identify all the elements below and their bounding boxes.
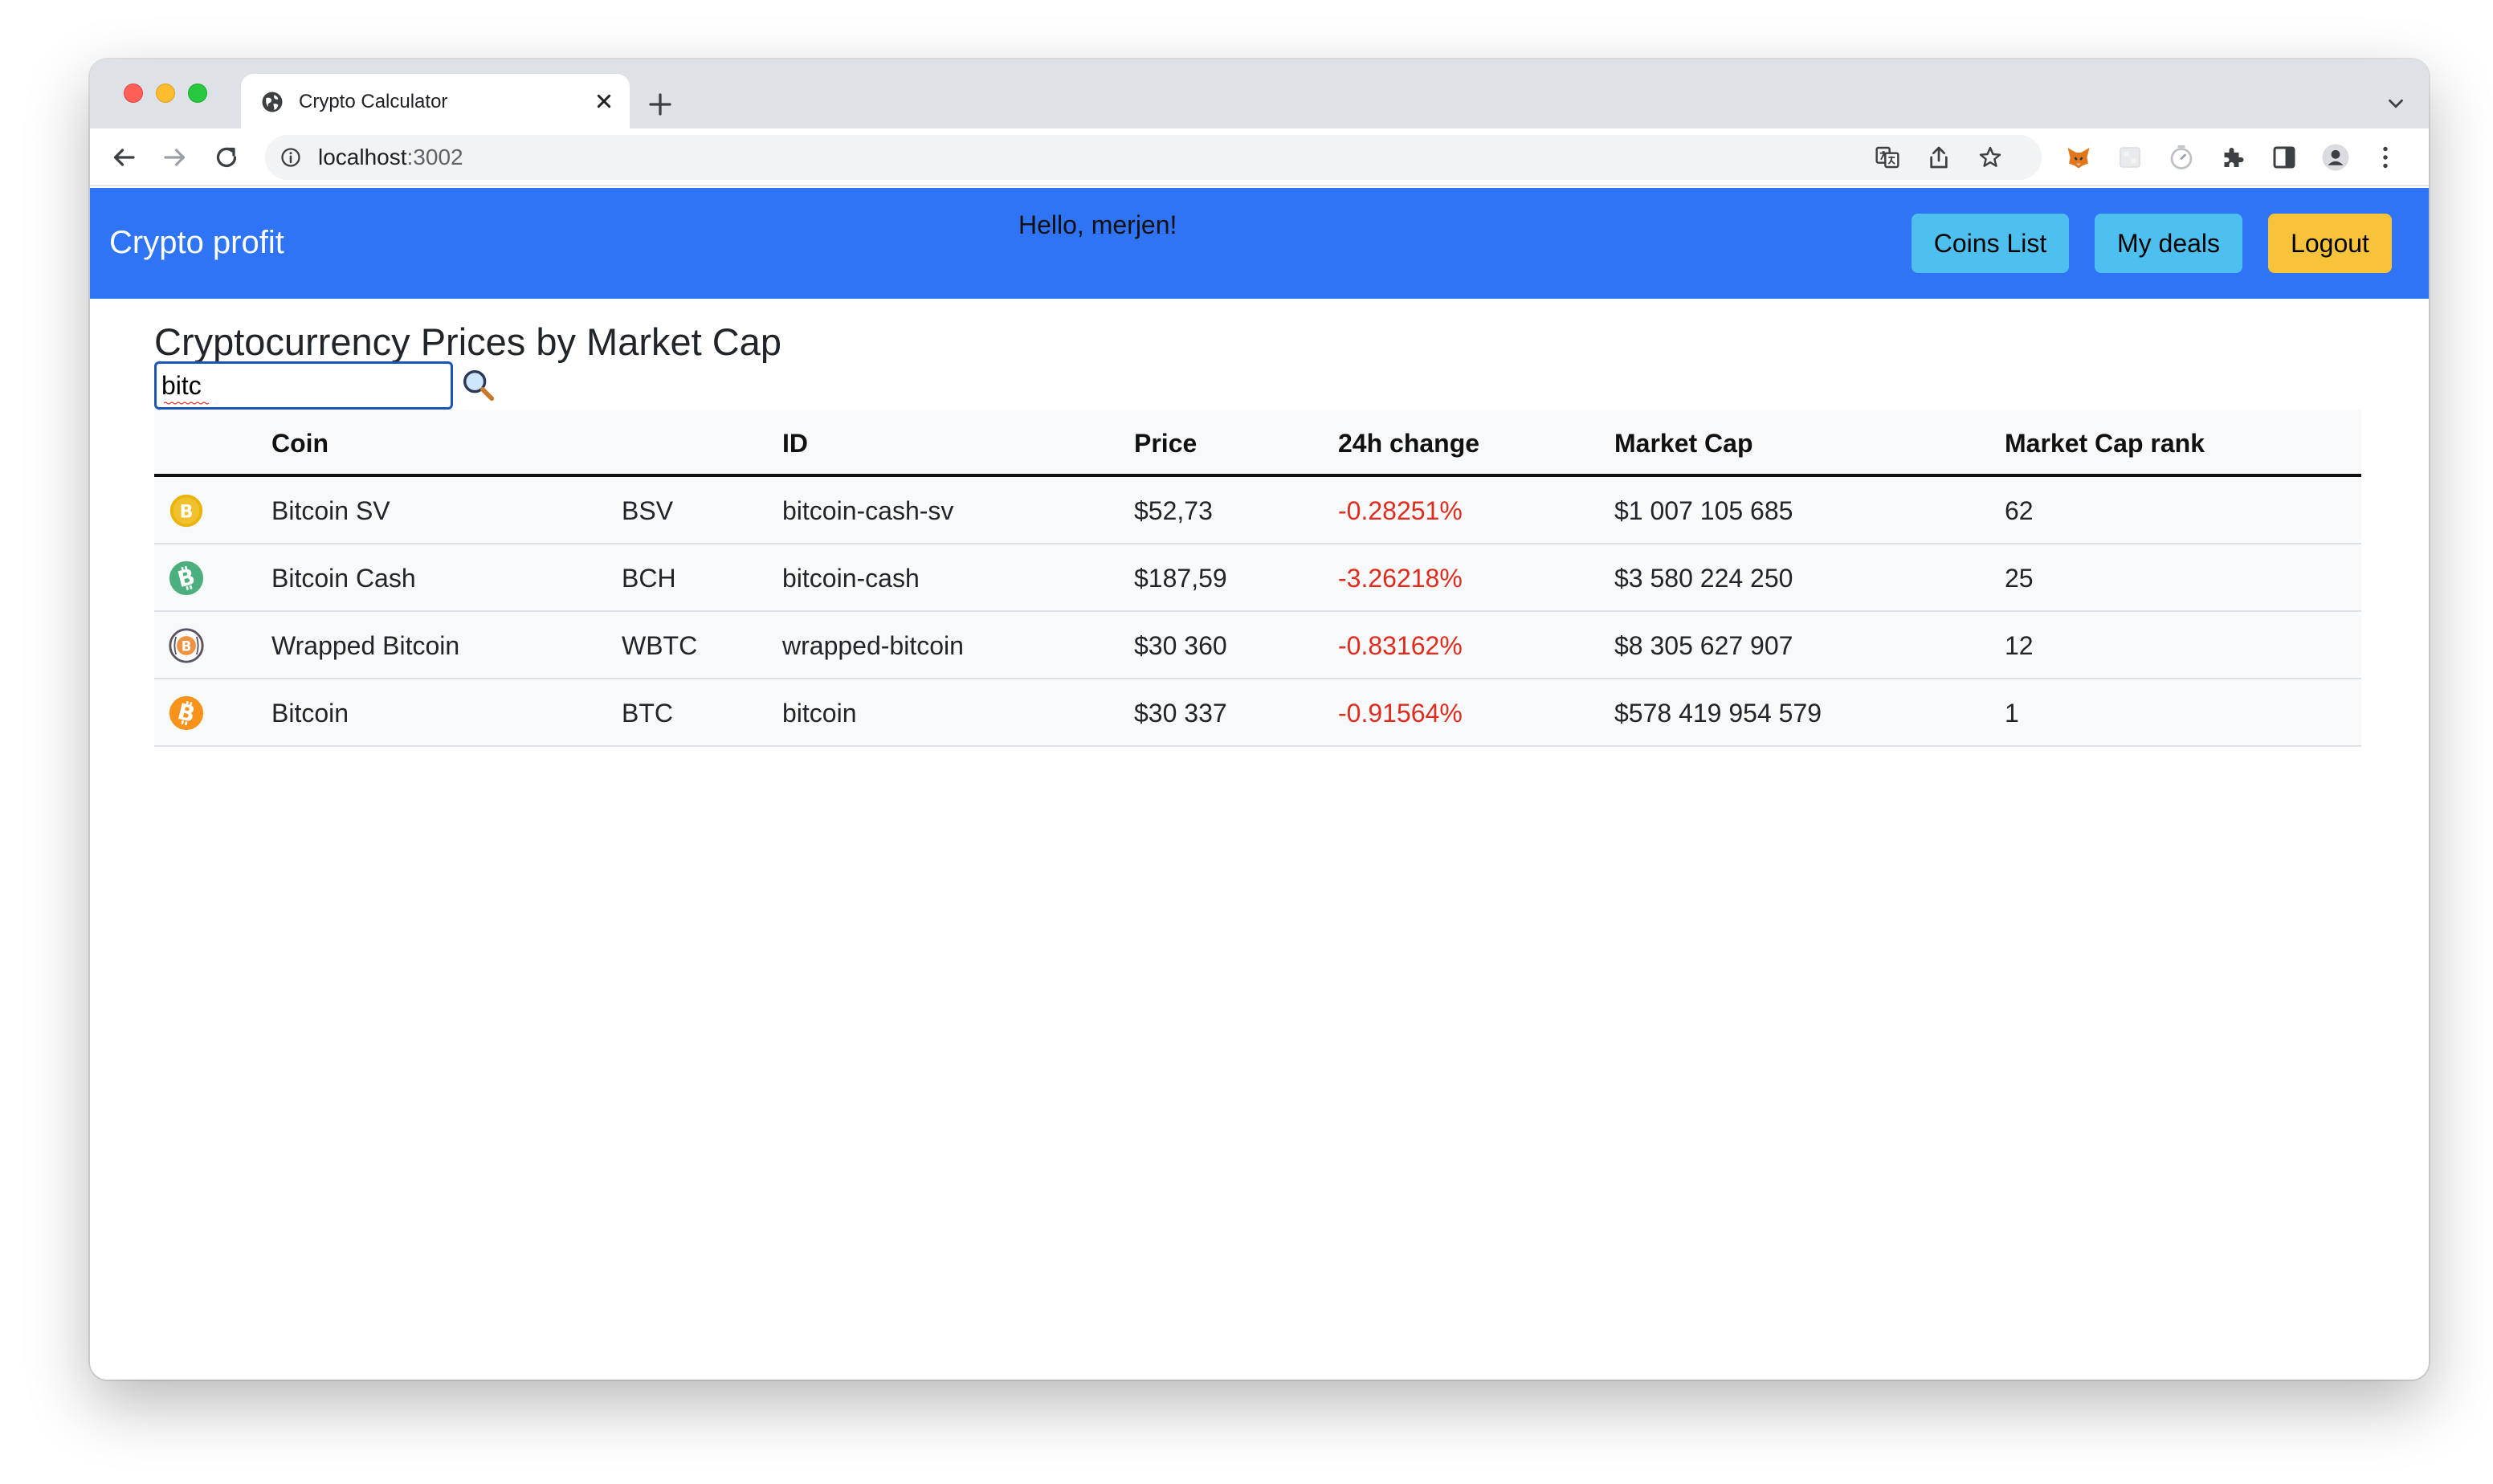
page-title: Cryptocurrency Prices by Market Cap bbox=[154, 320, 781, 363]
bookmark-star-icon[interactable] bbox=[1977, 145, 2003, 170]
coin-id: bitcoin-cash-sv bbox=[782, 496, 954, 525]
close-tab-icon[interactable] bbox=[591, 88, 617, 114]
new-tab-icon[interactable] bbox=[646, 90, 675, 119]
info-icon[interactable] bbox=[279, 146, 302, 169]
minimize-window-button[interactable] bbox=[156, 84, 175, 103]
coin-24h-change: -3.26218% bbox=[1338, 564, 1463, 593]
coin-id: bitcoin-cash bbox=[782, 564, 920, 593]
header-price: Price bbox=[1134, 429, 1198, 458]
table-header: Coin ID Price 24h change Market Cap Mark… bbox=[154, 410, 2361, 477]
profile-avatar-icon[interactable] bbox=[2321, 143, 2350, 172]
close-window-button[interactable] bbox=[124, 84, 143, 103]
table-row[interactable]: B Bitcoin Cash BCH bitcoin-cash $187,59 … bbox=[154, 544, 2361, 612]
page-content: Crypto profit Hello, merjen! Coins List … bbox=[90, 188, 2429, 1380]
wrapped-bitcoin-icon: B bbox=[169, 628, 204, 663]
url-port: :3002 bbox=[406, 145, 463, 169]
coin-market-cap: $578 419 954 579 bbox=[1614, 699, 1822, 728]
coin-rank: 62 bbox=[2005, 496, 2034, 525]
timer-extension-icon[interactable] bbox=[2167, 143, 2196, 172]
header-24h-change: 24h change bbox=[1338, 429, 1480, 458]
coin-id: wrapped-bitcoin bbox=[782, 631, 964, 660]
side-panel-icon[interactable] bbox=[2270, 143, 2299, 172]
coin-name: Bitcoin Cash bbox=[271, 564, 416, 593]
extensions-puzzle-icon[interactable] bbox=[2218, 143, 2247, 172]
header-market-cap-rank: Market Cap rank bbox=[2005, 429, 2205, 458]
metamask-fox-icon[interactable] bbox=[2064, 143, 2093, 172]
coin-price: $187,59 bbox=[1134, 564, 1227, 593]
coin-price: $30 360 bbox=[1134, 631, 1227, 660]
coin-rank: 25 bbox=[2005, 564, 2034, 593]
url-text[interactable]: localhost:3002 bbox=[318, 146, 463, 169]
tab-strip: Crypto Calculator bbox=[90, 59, 2429, 128]
tab-crypto-calculator[interactable]: Crypto Calculator bbox=[241, 74, 630, 128]
header-coin: Coin bbox=[271, 429, 329, 458]
reload-icon[interactable] bbox=[212, 143, 241, 172]
coin-market-cap: $1 007 105 685 bbox=[1614, 496, 1793, 525]
tab-title: Crypto Calculator bbox=[299, 91, 448, 112]
coin-name: Bitcoin SV bbox=[271, 496, 390, 525]
bitcoin-sv-icon: B bbox=[169, 494, 203, 528]
my-deals-button[interactable]: My deals bbox=[2095, 214, 2242, 273]
coin-symbol: BTC bbox=[622, 699, 673, 728]
table-row[interactable]: B Bitcoin BTC bitcoin $30 337 -0.91564% … bbox=[154, 679, 2361, 747]
coin-id: bitcoin bbox=[782, 699, 857, 728]
address-bar[interactable]: localhost:3002 bbox=[265, 135, 2042, 180]
coin-24h-change: -0.28251% bbox=[1338, 496, 1463, 525]
coin-24h-change: -0.91564% bbox=[1338, 699, 1463, 728]
maximize-window-button[interactable] bbox=[188, 84, 207, 103]
coins-list-button[interactable]: Coins List bbox=[1912, 214, 2069, 273]
translate-icon[interactable] bbox=[1875, 145, 1900, 170]
browser-window: Crypto Calculator localhost:3002 Crypto … bbox=[90, 59, 2429, 1380]
bitcoin-icon: B bbox=[169, 695, 204, 731]
more-menu-icon[interactable] bbox=[2371, 143, 2400, 172]
table-row[interactable]: B Wrapped Bitcoin WBTC wrapped-bitcoin $… bbox=[154, 612, 2361, 679]
greeting-text: Hello, merjen! bbox=[1018, 210, 1177, 239]
coin-market-cap: $3 580 224 250 bbox=[1614, 564, 1793, 593]
bitcoin-cash-icon: B bbox=[169, 561, 204, 596]
coin-symbol: WBTC bbox=[622, 631, 698, 660]
search-icon[interactable] bbox=[459, 366, 496, 403]
spellcheck-underline bbox=[164, 402, 210, 405]
browser-toolbar: localhost:3002 bbox=[90, 128, 2429, 186]
coin-24h-change: -0.83162% bbox=[1338, 631, 1463, 660]
coin-price: $30 337 bbox=[1134, 699, 1227, 728]
globe-icon bbox=[262, 92, 283, 112]
coin-market-cap: $8 305 627 907 bbox=[1614, 631, 1793, 660]
coin-symbol: BCH bbox=[622, 564, 676, 593]
header-market-cap: Market Cap bbox=[1614, 429, 1753, 458]
coin-symbol: BSV bbox=[622, 496, 674, 525]
share-icon[interactable] bbox=[1926, 145, 1952, 170]
logout-button[interactable]: Logout bbox=[2268, 214, 2392, 273]
coin-name: Bitcoin bbox=[271, 699, 349, 728]
coin-name: Wrapped Bitcoin bbox=[271, 631, 460, 660]
svg-text:B: B bbox=[180, 502, 194, 522]
navbar: Crypto profit Hello, merjen! Coins List … bbox=[90, 188, 2429, 299]
svg-text:B: B bbox=[182, 638, 192, 654]
table-row[interactable]: B Bitcoin SV BSV bitcoin-cash-sv $52,73 … bbox=[154, 477, 2361, 544]
back-arrow-icon[interactable] bbox=[109, 143, 138, 172]
extension-blank-icon[interactable] bbox=[2116, 143, 2144, 172]
chevron-down-icon[interactable] bbox=[2384, 92, 2408, 116]
coin-rank: 12 bbox=[2005, 631, 2034, 660]
coin-rank: 1 bbox=[2005, 699, 2019, 728]
brand-link[interactable]: Crypto profit bbox=[109, 223, 284, 262]
coin-price: $52,73 bbox=[1134, 496, 1213, 525]
header-id: ID bbox=[782, 429, 808, 458]
forward-arrow-icon[interactable] bbox=[161, 143, 190, 172]
url-host: localhost bbox=[318, 145, 407, 169]
